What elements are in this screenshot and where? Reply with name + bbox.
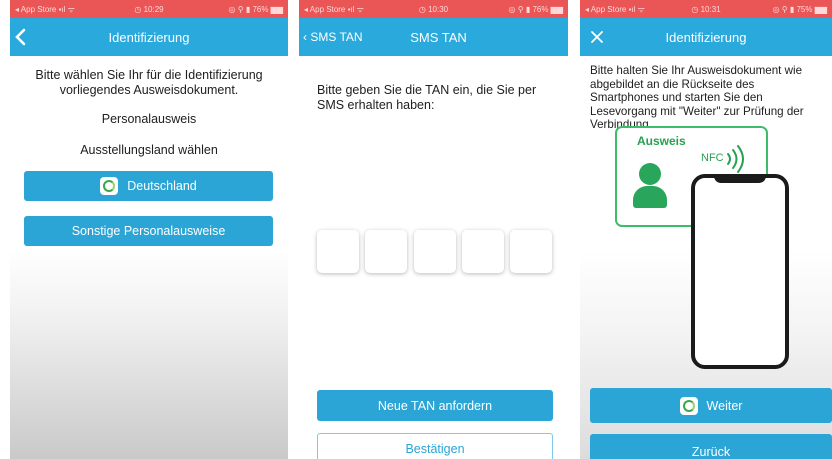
status-time: ◷ 10:31 <box>691 4 721 14</box>
chevron-left-icon <box>15 28 26 46</box>
instruction-text: Bitte halten Sie Ihr Ausweisdokument wie… <box>590 64 804 131</box>
country-label: Ausstellungsland wählen <box>80 143 218 157</box>
instruction-text: Bitte geben Sie die TAN ein, die Sie per… <box>317 83 537 112</box>
tan-digit-4[interactable] <box>462 230 504 273</box>
app-logo-icon <box>100 177 119 195</box>
page-title: SMS TAN <box>410 29 467 45</box>
next-button[interactable]: Weiter <box>590 388 832 423</box>
app-logo-icon <box>679 396 698 415</box>
smartphone-illustration <box>691 174 789 369</box>
screen-sms-tan: ◂ App Store ▪ıl ᯤ ◷ 10:30 ◎ ⚲ ▮ 76% ▆▆ ‹… <box>299 0 568 459</box>
next-button-label: Weiter <box>706 398 743 413</box>
status-time: ◷ 10:29 <box>134 4 164 14</box>
status-battery: ◎ ⚲ ▮ 75% ▆▆ <box>772 4 828 14</box>
person-icon-head <box>639 163 661 185</box>
status-bar: ◂ App Store ▪ıl ᯤ ◷ 10:31 ◎ ⚲ ▮ 75% ▆▆ <box>580 0 832 18</box>
status-battery: ◎ ⚲ ▮ 76% ▆▆ <box>228 4 283 14</box>
tan-digit-2[interactable] <box>365 230 407 273</box>
back-button-bottom[interactable]: Zurück <box>590 434 832 459</box>
nav-bar: Identifizierung <box>580 18 832 56</box>
screenshot-collage: ◂ App Store ▪ıl ᯤ ◷ 10:29 ◎ ⚲ ▮ 76% ▆▆ I… <box>0 0 832 459</box>
germany-button[interactable]: Deutschland <box>24 171 273 201</box>
germany-button-label: Deutschland <box>127 179 197 193</box>
screen-document-selection: ◂ App Store ▪ıl ᯤ ◷ 10:29 ◎ ⚲ ▮ 76% ▆▆ I… <box>10 0 288 459</box>
document-type-label: Personalausweis <box>101 112 197 126</box>
person-icon <box>633 186 667 208</box>
status-battery: ◎ ⚲ ▮ 76% ▆▆ <box>508 4 563 14</box>
page-title: Identifizierung <box>108 29 190 45</box>
status-carrier: ◂ App Store ▪ıl ᯤ <box>15 4 75 14</box>
nav-bar: ‹ SMS TAN SMS TAN <box>299 18 568 56</box>
confirm-button[interactable]: Bestätigen <box>317 433 553 459</box>
tan-digit-1[interactable] <box>317 230 359 273</box>
close-icon <box>591 31 603 43</box>
close-button[interactable] <box>590 18 604 56</box>
id-card-label: Ausweis <box>637 134 686 148</box>
tan-digit-5[interactable] <box>510 230 552 273</box>
status-carrier: ◂ App Store ▪ıl ᯤ <box>585 4 645 14</box>
request-new-tan-button[interactable]: Neue TAN anfordern <box>317 390 553 421</box>
smartphone-notch <box>714 174 766 183</box>
nav-bar: Identifizierung <box>10 18 288 56</box>
tan-digit-3[interactable] <box>414 230 456 273</box>
nfc-label: NFC <box>701 152 724 164</box>
status-carrier: ◂ App Store ▪ıl ᯤ <box>304 4 364 14</box>
back-button[interactable]: ‹ SMS TAN <box>303 18 363 56</box>
status-bar: ◂ App Store ▪ıl ᯤ ◷ 10:30 ◎ ⚲ ▮ 76% ▆▆ <box>299 0 568 18</box>
nfc-waves-icon <box>727 145 744 173</box>
page-title: Identifizierung <box>665 29 747 45</box>
status-time: ◷ 10:30 <box>418 4 449 14</box>
screen-nfc-instructions: ◂ App Store ▪ıl ᯤ ◷ 10:31 ◎ ⚲ ▮ 75% ▆▆ I… <box>580 0 832 459</box>
instruction-text: Bitte wählen Sie Ihr für die Identifizie… <box>35 68 263 97</box>
other-ids-button[interactable]: Sonstige Personalausweise <box>24 216 273 246</box>
status-bar: ◂ App Store ▪ıl ᯤ ◷ 10:29 ◎ ⚲ ▮ 76% ▆▆ <box>10 0 288 18</box>
back-button[interactable] <box>14 18 28 56</box>
